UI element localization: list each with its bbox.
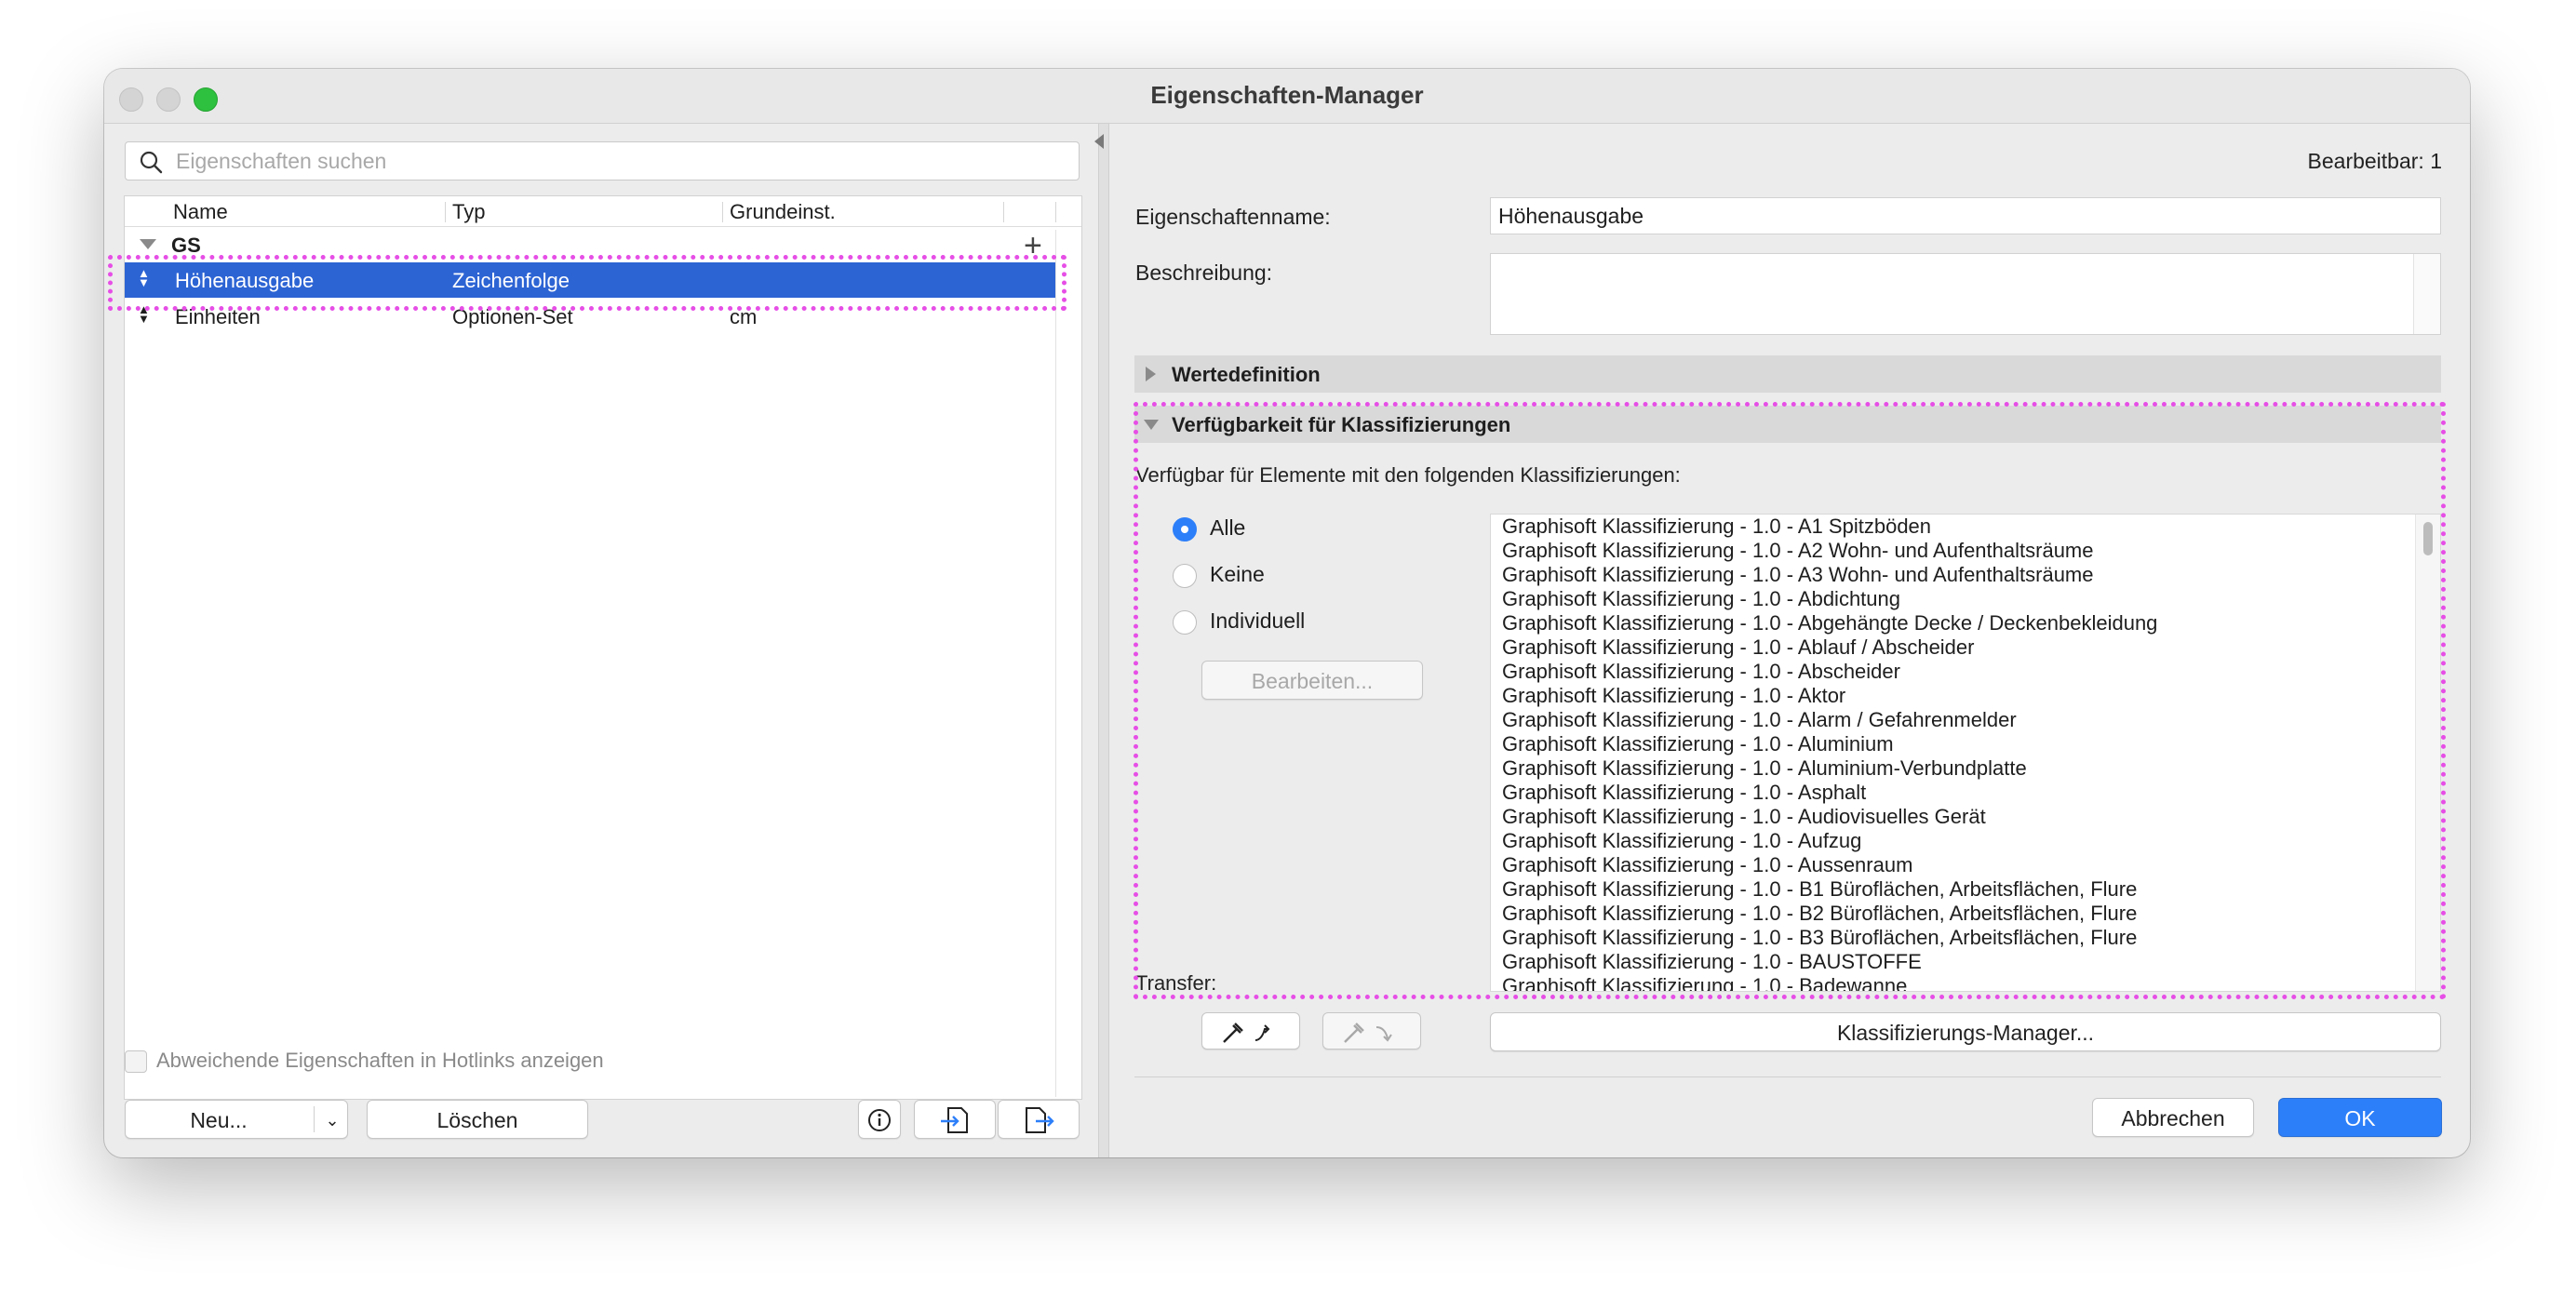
column-separator[interactable] <box>1055 202 1056 222</box>
footer-separator <box>1134 1076 2441 1077</box>
ok-button[interactable]: OK <box>2278 1098 2442 1137</box>
new-button-label: Neu... <box>190 1108 248 1132</box>
delete-button[interactable]: Löschen <box>367 1100 588 1139</box>
title-bar: Eigenschaften-Manager <box>104 69 2470 124</box>
description-field[interactable] <box>1490 253 2441 335</box>
highlight-selected-row <box>108 255 1067 311</box>
inject-settings-button[interactable] <box>1322 1012 1421 1050</box>
info-icon <box>868 1109 891 1131</box>
window-title: Eigenschaften-Manager <box>1150 81 1424 109</box>
properties-manager-window: Eigenschaften-Manager Name Typ Grundeins… <box>104 69 2470 1157</box>
info-button[interactable] <box>858 1100 901 1139</box>
new-button[interactable]: Neu... ⌄ <box>125 1100 348 1139</box>
property-name-label: Eigenschaftenname: <box>1135 205 1331 229</box>
property-name-field[interactable]: Höhenausgabe <box>1490 197 2441 234</box>
section-value-definition[interactable]: Wertedefinition <box>1134 355 2441 393</box>
description-label: Beschreibung: <box>1135 261 1273 285</box>
search-field[interactable] <box>125 141 1080 181</box>
search-input[interactable] <box>174 146 1053 176</box>
classification-manager-button[interactable]: Klassifizierungs-Manager... <box>1490 1012 2441 1051</box>
eyedropper-icon <box>1223 1023 1270 1043</box>
panel-splitter[interactable] <box>1098 124 1109 1157</box>
chevron-down-icon[interactable]: ⌄ <box>319 1101 345 1140</box>
cancel-button[interactable]: Abbrechen <box>2092 1098 2254 1137</box>
collapse-panel-icon[interactable] <box>1094 134 1104 149</box>
column-header-default[interactable]: Grundeinst. <box>730 200 836 224</box>
property-name-value: Höhenausgabe <box>1498 204 1644 228</box>
export-icon <box>1026 1107 1054 1133</box>
column-header-type[interactable]: Typ <box>452 200 485 224</box>
pick-up-settings-button[interactable] <box>1201 1012 1300 1050</box>
hotlink-differences-checkbox[interactable]: Abweichende Eigenschaften in Hotlinks an… <box>125 1049 604 1074</box>
description-scrollbar[interactable] <box>2413 254 2440 334</box>
new-dropdown-separator <box>314 1106 315 1132</box>
syringe-icon <box>1344 1023 1392 1043</box>
properties-table: Name Typ Grundeinst. GS + ▲ ▼ Höhenausgab… <box>124 195 1082 1100</box>
column-separator[interactable] <box>722 202 723 222</box>
disclosure-down-icon[interactable] <box>140 239 156 249</box>
editable-count: Bearbeitbar: 1 <box>2307 149 2442 173</box>
section-title: Wertedefinition <box>1172 363 1321 386</box>
highlight-classification-section <box>1134 402 2446 999</box>
import-icon <box>941 1107 968 1133</box>
disclosure-right-icon[interactable] <box>1146 367 1156 381</box>
import-button[interactable] <box>914 1100 996 1139</box>
column-separator[interactable] <box>1003 202 1004 222</box>
column-separator[interactable] <box>445 202 446 222</box>
search-icon <box>140 151 163 174</box>
table-header: Name Typ Grundeinst. <box>125 196 1081 227</box>
column-header-name[interactable]: Name <box>173 200 228 224</box>
export-button[interactable] <box>998 1100 1080 1139</box>
checkbox-label: Abweichende Eigenschaften in Hotlinks an… <box>156 1049 604 1072</box>
column-guide <box>1055 230 1056 1097</box>
checkbox-icon[interactable] <box>125 1050 147 1074</box>
